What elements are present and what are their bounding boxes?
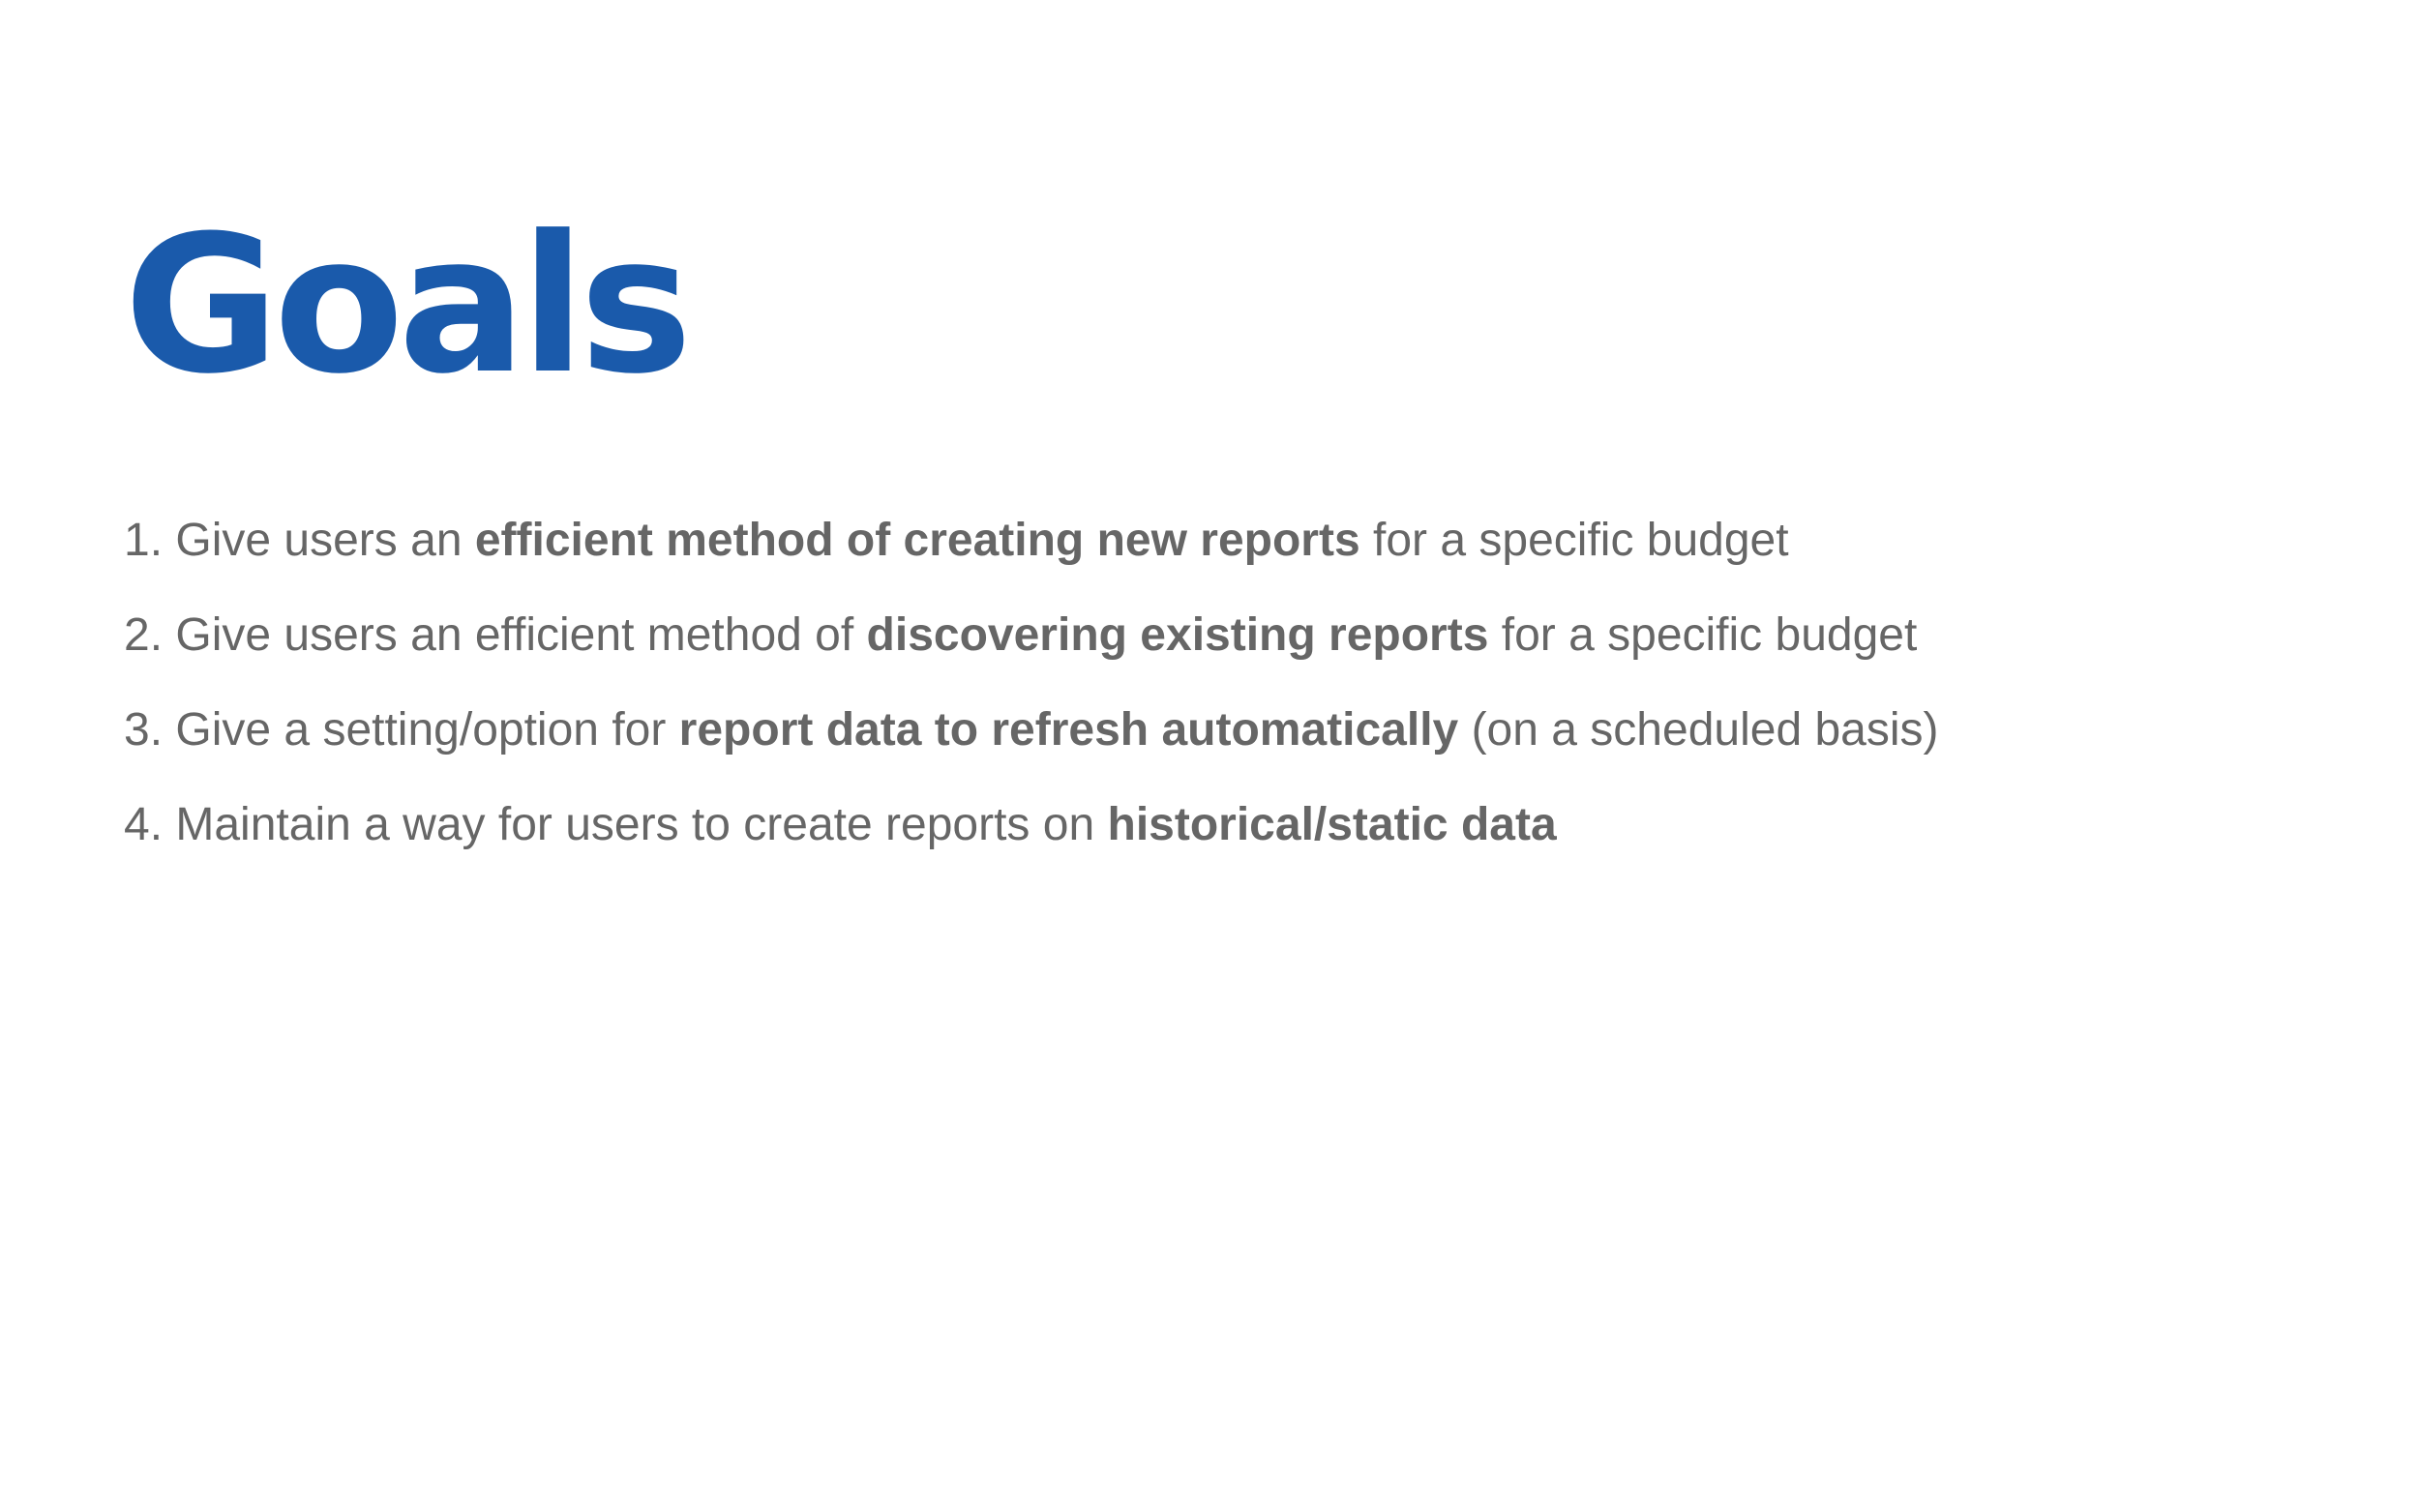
goal-number: 1. [124,515,164,566]
goal-text-after: (on a scheduled basis) [1471,704,1939,756]
goal-text: Give a setting/option for [175,704,667,756]
goal-emphasis: discovering existing reports [866,609,1489,661]
goal-number: 3. [124,704,164,756]
goal-text: Give users an efficient method of [175,609,854,661]
slide-title: Goals [124,195,693,416]
goal-emphasis: efficient method of creating new reports [474,515,1360,566]
goal-text: Maintain a way for users to create repor… [175,799,1095,850]
goal-item-2: 2. Give users an efficient method of dis… [124,602,2349,697]
goals-list: 1. Give users an efficient method of cre… [124,507,2349,886]
goal-emphasis: historical/static data [1107,799,1557,850]
goal-item-4: 4. Maintain a way for users to create re… [124,791,2349,886]
goal-number: 2. [124,609,164,661]
goal-emphasis: report data to refresh automatically [678,704,1459,756]
goal-text: Give users an [175,515,463,566]
goal-text-after: for a specific budget [1373,515,1789,566]
goal-item-1: 1. Give users an efficient method of cre… [124,507,2349,602]
goal-item-3: 3. Give a setting/option for report data… [124,697,2349,791]
goal-text-after: for a specific budget [1501,609,1918,661]
goal-number: 4. [124,799,164,850]
slide: Goals 1. Give users an efficient method … [0,0,2419,1512]
